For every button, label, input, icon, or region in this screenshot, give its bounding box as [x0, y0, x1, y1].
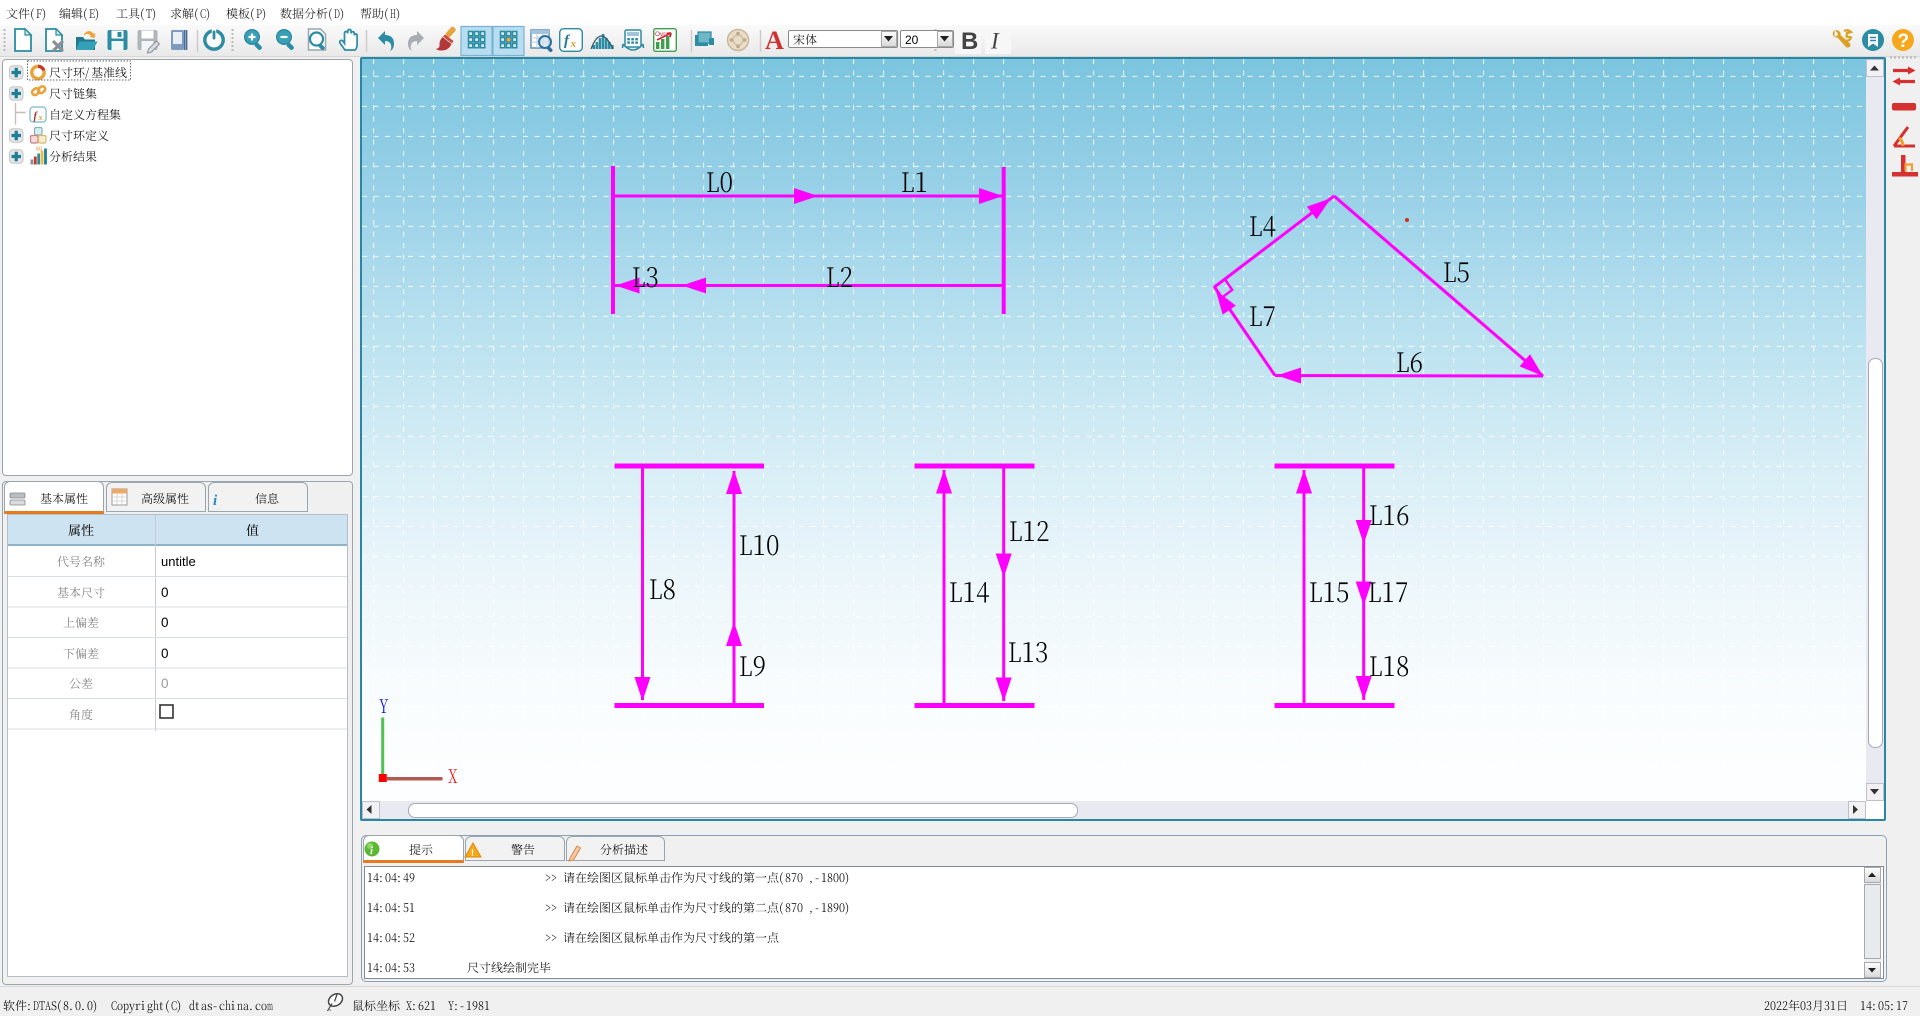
- svg-text:!: !: [471, 848, 474, 858]
